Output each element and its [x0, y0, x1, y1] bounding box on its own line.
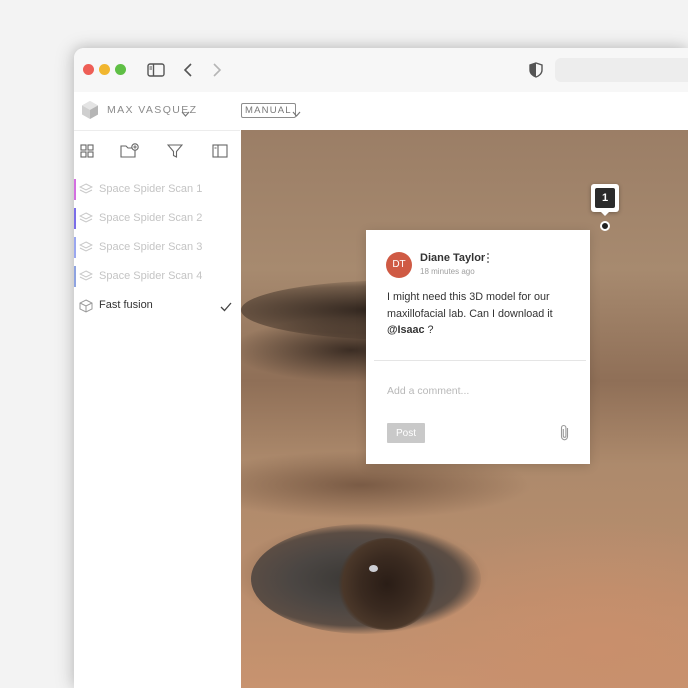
- scan-iris: [337, 538, 437, 630]
- filter-icon[interactable]: [165, 141, 185, 161]
- chevron-down-icon[interactable]: [292, 104, 301, 122]
- annotation-pin[interactable]: 1: [591, 184, 619, 212]
- avatar[interactable]: DT: [386, 252, 412, 278]
- scan-label: Space Spider Scan 2: [99, 212, 203, 224]
- list-item[interactable]: Space Spider Scan 2: [74, 204, 240, 233]
- user-avatar-icon[interactable]: [80, 100, 100, 120]
- list-item[interactable]: Fast fusion: [74, 291, 240, 320]
- mode-badge[interactable]: MANUAL: [241, 103, 296, 118]
- scan-label: Space Spider Scan 3: [99, 241, 203, 253]
- divider: [374, 360, 586, 361]
- scan-highlight: [369, 565, 378, 572]
- chevron-down-icon[interactable]: [181, 104, 190, 122]
- cube-icon: [79, 299, 93, 313]
- 3d-viewport[interactable]: 1 DT Diane Taylor 18 minutes ago I might…: [241, 130, 688, 688]
- scan-label: Fast fusion: [99, 299, 153, 311]
- scan-label: Space Spider Scan 4: [99, 270, 203, 282]
- app-window: MAX VASQUEZ MANUAL Space Spider Scan 1 S…: [74, 48, 688, 688]
- annotation-pin-tail: [600, 211, 610, 216]
- scan-label: Space Spider Scan 1: [99, 183, 203, 195]
- layers-icon: [78, 270, 94, 284]
- title-bar: [74, 48, 688, 92]
- annotation-anchor-point[interactable]: [600, 221, 610, 231]
- scan-color-marker: [74, 179, 76, 200]
- panel-icon[interactable]: [210, 141, 230, 161]
- sidebar: Space Spider Scan 1 Space Spider Scan 2 …: [74, 130, 240, 688]
- address-bar[interactable]: [555, 58, 688, 82]
- forward-icon[interactable]: [207, 60, 227, 80]
- list-item[interactable]: Space Spider Scan 3: [74, 233, 240, 262]
- comment-timestamp: 18 minutes ago: [420, 267, 475, 276]
- annotation-pin-number: 1: [595, 188, 615, 208]
- comment-mention[interactable]: @Isaac: [387, 324, 425, 336]
- list-item[interactable]: Space Spider Scan 1: [74, 175, 240, 204]
- more-options-icon[interactable]: [486, 251, 490, 263]
- scan-color-marker: [74, 266, 76, 287]
- layers-icon: [78, 183, 94, 197]
- add-folder-icon[interactable]: [120, 141, 140, 161]
- zoom-window-button[interactable]: [115, 64, 126, 75]
- minimize-window-button[interactable]: [99, 64, 110, 75]
- comment-popover: DT Diane Taylor 18 minutes ago I might n…: [366, 230, 590, 464]
- workspace-header: MAX VASQUEZ MANUAL: [74, 92, 688, 130]
- layers-icon: [78, 212, 94, 226]
- list-item[interactable]: Space Spider Scan 4: [74, 262, 240, 291]
- sidebar-toggle-icon[interactable]: [146, 60, 166, 80]
- scan-color-marker: [74, 208, 76, 229]
- comment-text: I might need this 3D model for our maxil…: [387, 291, 553, 320]
- comment-input[interactable]: [387, 385, 567, 397]
- sidebar-toolbar: [74, 131, 240, 171]
- back-icon[interactable]: [178, 60, 198, 80]
- grid-icon[interactable]: [77, 141, 97, 161]
- scan-color-marker: [74, 237, 76, 258]
- layers-icon: [78, 241, 94, 255]
- shield-icon[interactable]: [526, 60, 546, 80]
- comment-text-tail: ?: [424, 324, 434, 336]
- close-window-button[interactable]: [83, 64, 94, 75]
- comment-author: Diane Taylor: [420, 252, 486, 264]
- post-button[interactable]: Post: [387, 423, 425, 443]
- paperclip-icon[interactable]: [558, 424, 572, 442]
- comment-body: I might need this 3D model for our maxil…: [387, 289, 573, 339]
- checkmark-icon: [220, 299, 232, 317]
